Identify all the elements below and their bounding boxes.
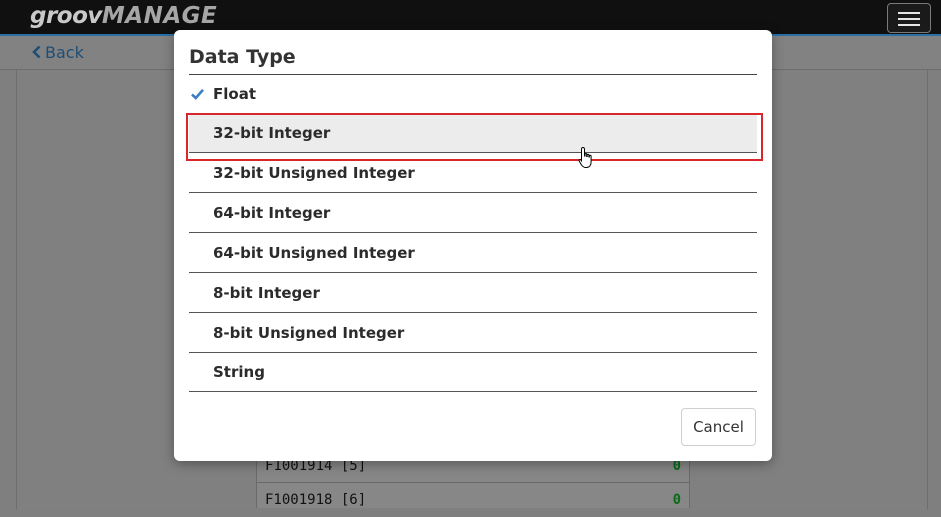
tag-name: F1001918 [6] — [265, 492, 367, 508]
highlight-box — [186, 113, 763, 161]
table-row: F1001918 [6] 0 — [257, 482, 689, 517]
hamburger-line — [898, 18, 920, 20]
option-label: 64-bit Unsigned Integer — [213, 244, 415, 262]
option-label: String — [213, 363, 265, 381]
option-label: 32-bit Unsigned Integer — [213, 164, 415, 182]
groov-manage-logo[interactable]: groovMANAGE — [30, 3, 217, 29]
check-icon — [191, 88, 204, 100]
option-64-bit-unsigned-integer[interactable]: 64-bit Unsigned Integer — [189, 234, 757, 273]
hamburger-line — [898, 12, 920, 14]
option-64-bit-integer[interactable]: 64-bit Integer — [189, 194, 757, 233]
option-float[interactable]: Float — [189, 75, 757, 114]
option-8-bit-unsigned-integer[interactable]: 8-bit Unsigned Integer — [189, 314, 757, 353]
option-label: Float — [213, 85, 256, 103]
hamburger-menu-button[interactable] — [887, 3, 931, 33]
option-label: 8-bit Unsigned Integer — [213, 324, 405, 342]
option-string[interactable]: String — [189, 353, 757, 392]
data-type-dialog: Data Type Float 32-bit Integer 32-bit Un… — [174, 30, 772, 461]
option-8-bit-integer[interactable]: 8-bit Integer — [189, 274, 757, 313]
back-link[interactable]: Back — [32, 43, 84, 62]
dialog-title: Data Type — [189, 46, 296, 68]
hand-pointer-icon — [578, 146, 592, 168]
cancel-button[interactable]: Cancel — [681, 408, 756, 446]
hamburger-line — [898, 24, 920, 26]
chevron-left-icon — [32, 45, 41, 59]
option-label: 8-bit Integer — [213, 284, 320, 302]
back-label: Back — [45, 43, 84, 62]
option-label: 64-bit Integer — [213, 204, 331, 222]
tag-value: 0 — [672, 492, 681, 508]
